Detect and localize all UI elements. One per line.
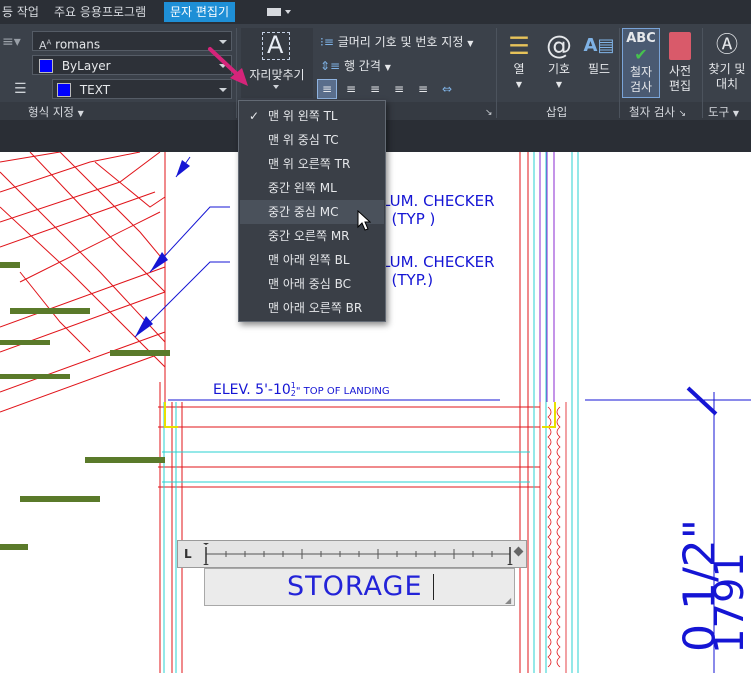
text-editor-value: STORAGE xyxy=(287,571,423,602)
tab-stop-icon[interactable]: L xyxy=(184,547,192,561)
justify-option-bl[interactable]: 맨 아래 왼쪽 BL xyxy=(240,248,384,272)
justify-option-tr[interactable]: 맨 위 오른쪽 TR xyxy=(240,152,384,176)
color-swatch xyxy=(39,58,53,73)
justify-label: 자리맞추기 xyxy=(249,68,305,82)
annotation-arrow xyxy=(208,47,248,86)
callout-note-2-line-2: . (TYP.) xyxy=(382,271,434,289)
justify-option-bc[interactable]: 맨 아래 중심 BC xyxy=(240,272,384,296)
font-value: romans xyxy=(55,37,101,52)
text-editor-ruler[interactable]: L xyxy=(177,540,527,568)
ruler-scale xyxy=(203,543,513,565)
magnifier-icon: Ⓐ xyxy=(715,33,738,58)
fit-width-icon[interactable]: ⇔ xyxy=(437,79,457,99)
mouse-pointer-icon xyxy=(357,210,371,231)
align-center-icon[interactable]: ≡ xyxy=(341,79,361,99)
align-right-icon[interactable]: ≡ xyxy=(365,79,385,99)
divider xyxy=(619,28,620,118)
align-distribute-icon[interactable]: ≡ xyxy=(413,79,433,99)
alignment-buttons: ≡ ≡ ≡ ≡ ≡ ⇔ xyxy=(317,79,461,99)
column-button[interactable]: ☰ 열 ▼ xyxy=(500,30,538,92)
spellcheck-icon: ABC ✔ xyxy=(626,31,656,64)
layer-value: TEXT xyxy=(79,83,111,97)
field-button[interactable]: A▤ 필드 xyxy=(580,30,618,77)
callout-note-1-line-1: LUM. CHECKER xyxy=(382,192,495,210)
color-swatch xyxy=(57,82,71,97)
workspace-dropdown[interactable] xyxy=(264,5,294,19)
line-spacing-button[interactable]: ⇕≡ 행 간격 ▼ xyxy=(320,57,391,74)
justify-option-ml[interactable]: 중간 왼쪽 ML xyxy=(240,176,384,200)
callout-note-1-line-2: . (TYP ) xyxy=(382,210,436,228)
bullet-list-icon: ⁝≡ xyxy=(320,35,334,49)
field-label: 필드 xyxy=(587,62,611,76)
font-combo[interactable]: AA romans xyxy=(32,31,232,52)
justify-option-tc[interactable]: 맨 위 중심 TC xyxy=(240,128,384,152)
text-editor-box[interactable]: STORAGE ◢ xyxy=(204,568,515,606)
find-replace-button[interactable]: Ⓐ 찾기 및 대치 xyxy=(703,30,751,92)
insert-panel-label: 삽입 xyxy=(546,105,568,119)
window-icon xyxy=(267,8,281,16)
justify-icon: A xyxy=(262,31,290,60)
edit-dictionary-button[interactable]: 사전 편집 xyxy=(661,30,699,94)
line-spacing-icon: ⇕≡ xyxy=(320,59,341,73)
dialog-launcher-icon[interactable]: ↘ xyxy=(485,108,493,118)
chevron-down-icon xyxy=(285,10,291,14)
text-cursor xyxy=(433,574,434,600)
symbol-label: 기호 xyxy=(547,62,571,76)
symbol-button[interactable]: @ 기호 ▼ xyxy=(540,30,578,92)
color-value: ByLayer xyxy=(61,59,111,73)
tab-text-editor[interactable]: 문자 편집기 xyxy=(164,2,236,22)
tools-panel-label[interactable]: 도구 ▼ xyxy=(708,104,739,120)
column-label: 열 xyxy=(513,62,525,76)
justify-option-tl[interactable]: ✓ 맨 위 왼쪽 TL xyxy=(240,104,384,128)
tab-partial[interactable]: 등 작업 xyxy=(0,2,45,22)
color-combo[interactable]: ByLayer xyxy=(32,55,232,75)
format-panel-label[interactable]: 형식 지정 ▼ xyxy=(28,104,84,120)
dictionary-icon xyxy=(669,32,691,60)
ribbon-tab-bar: 등 작업 주요 응용프로그램 문자 편집기 xyxy=(0,0,751,24)
resize-grip-icon[interactable]: ◢ xyxy=(505,596,511,605)
at-symbol-icon: @ xyxy=(546,31,572,61)
dimension-text-value: 1791 xyxy=(707,552,751,654)
spell-panel-label: 철자 검사 ↘ xyxy=(629,105,687,119)
width-handle-icon[interactable] xyxy=(513,546,524,557)
align-justify-icon[interactable]: ≡ xyxy=(389,79,409,99)
chevron-down-icon xyxy=(273,85,279,89)
chevron-down-icon xyxy=(219,88,227,92)
check-icon: ✓ xyxy=(249,109,260,123)
font-icon: AA xyxy=(39,38,52,52)
list-style-icon[interactable]: ≡▾ xyxy=(2,34,21,50)
tab-featured-apps[interactable]: 주요 응용프로그램 xyxy=(48,2,152,22)
field-icon: A▤ xyxy=(583,35,615,56)
align-left-icon[interactable]: ≡ xyxy=(317,79,337,99)
spellcheck-button[interactable]: ABC ✔ 철자 검사 xyxy=(622,28,660,98)
bullets-button[interactable]: ⁝≡ 글머리 기호 및 번호 지정 ▼ xyxy=(320,33,473,50)
elevation-label: ELEV. 5'-101 2" TOP OF LANDING xyxy=(213,381,390,399)
divider xyxy=(496,28,497,118)
columns-icon: ☰ xyxy=(508,32,530,60)
layers-icon: ☰ xyxy=(14,81,27,97)
callout-note-2-line-1: LUM. CHECKER xyxy=(382,253,495,271)
justify-option-br[interactable]: 맨 아래 오른쪽 BR xyxy=(240,296,384,320)
